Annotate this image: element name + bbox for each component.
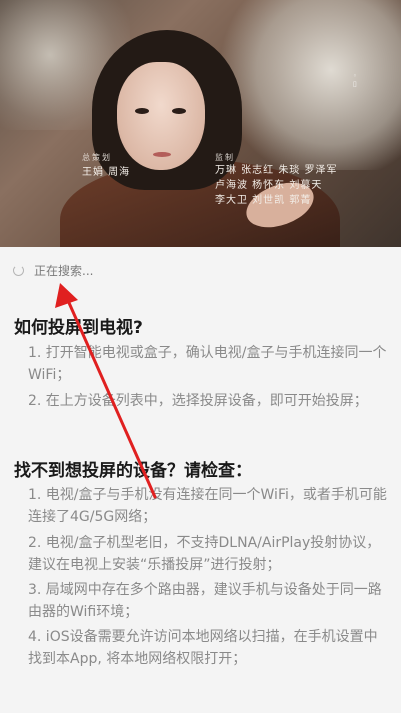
- searching-label: 正在搜索...: [34, 263, 94, 278]
- help-item: 1. 打开智能电视或盒子，确认电视/盒子与手机连接同一个WiFi；: [28, 345, 387, 383]
- credit-names: 王娟 周海: [82, 167, 131, 178]
- credit-names: 李大卫 刘世凯 郭菁: [215, 195, 312, 206]
- video-figure-eye: [135, 108, 149, 114]
- troubleshoot-title: 找不到想投屏的设备？请检查：: [14, 461, 252, 481]
- device-search-status: 正在搜索...: [13, 262, 93, 278]
- credit-names: 万琳 张志红 朱琰 罗泽军: [215, 165, 338, 176]
- loading-spinner-icon: [13, 264, 24, 276]
- video-preview[interactable]: ◦ ▯ 总策划 王娟 周海 监制 万琳 张志红 朱琰 罗泽军 卢海波 杨怀东 刘慕…: [0, 0, 401, 247]
- troubleshoot-item: 3. 局域网中存在多个路由器，建议手机与设备处于同一路由器的Wifi环境；: [28, 582, 382, 620]
- video-background-light: [221, 0, 401, 170]
- how-to-cast-title: 如何投屏到电视?: [14, 318, 143, 338]
- troubleshoot-item: 4. iOS设备需要允许访问本地网络以扫描，在手机设置中找到本App, 将本地网…: [28, 629, 378, 667]
- video-watermark: ◦ ▯: [352, 72, 357, 88]
- credit-heading: 监制: [215, 153, 235, 162]
- credit-heading: 总策划: [82, 153, 112, 162]
- troubleshoot-item: 1. 电视/盒子与手机没有连接在同一个WiFi，或者手机可能连接了4G/5G网络…: [28, 487, 387, 525]
- help-item: 2. 在上方设备列表中，选择投屏设备，即可开始投屏；: [28, 393, 368, 409]
- video-credits-left: 总策划 王娟 周海: [82, 152, 130, 178]
- video-figure-mouth: [153, 152, 171, 157]
- video-figure-eye: [172, 108, 186, 114]
- troubleshoot-item: 2. 电视/盒子机型老旧，不支持DLNA/AirPlay投射协议，建议在电视上安…: [28, 535, 381, 573]
- credit-names: 卢海波 杨怀东 刘慕天: [215, 180, 323, 191]
- video-credits-right: 监制 万琳 张志红 朱琰 罗泽军 卢海波 杨怀东 刘慕天 李大卫 刘世凯 郭菁: [215, 152, 338, 208]
